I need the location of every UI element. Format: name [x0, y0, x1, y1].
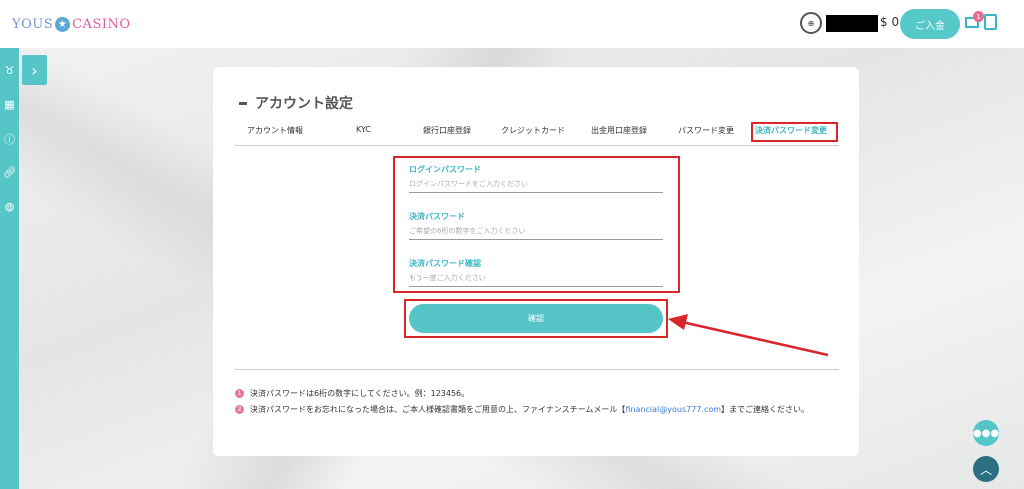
logout-icon[interactable]	[984, 14, 997, 30]
note-number-badge: 2	[235, 405, 244, 414]
medal-icon[interactable]: ♉	[3, 64, 16, 77]
payment-password-field: 決済パスワード	[409, 211, 663, 240]
chevron-up-icon: ︿	[979, 462, 992, 477]
arrow-head	[668, 314, 688, 330]
tab-bank-account[interactable]: 銀行口座登録	[423, 125, 471, 136]
top-header: YOUS ★ CASINO ⊕ $ 0 ご入金 1	[0, 0, 1024, 48]
logo-text-left: YOUS	[12, 16, 54, 32]
mail-count-badge: 1	[973, 11, 984, 22]
site-logo[interactable]: YOUS ★ CASINO	[12, 14, 131, 34]
login-password-label: ログインパスワード	[409, 165, 481, 174]
chat-bubble-icon: ●●●	[972, 427, 1000, 439]
globe-icon[interactable]: ◍	[3, 200, 16, 213]
arrow-line	[681, 320, 829, 357]
section-divider	[235, 369, 839, 370]
page-title-text: アカウント設定	[255, 96, 353, 112]
link-icon[interactable]: 🔗︎	[3, 166, 17, 179]
tab-credit-card[interactable]: クレジットカード	[501, 125, 565, 136]
note-text-before: 決済パスワードをお忘れになった場合は、ご本人様確認書類をご用意の上、ファイナンス…	[250, 405, 626, 414]
annotation-arrow	[668, 314, 829, 357]
payment-password-confirm-field: 決済パスワード確認	[409, 258, 663, 287]
tab-password-change[interactable]: パスワード変更	[678, 125, 734, 136]
settings-tabs: アカウント情報 KYC 銀行口座登録 クレジットカード 出金用口座登録 パスワー…	[235, 121, 839, 146]
info-icon[interactable]: ⓘ	[3, 132, 16, 146]
redacted-username	[826, 15, 878, 32]
account-settings-card: アカウント設定 アカウント情報 KYC 銀行口座登録 クレジットカード 出金用口…	[213, 67, 859, 456]
sidebar-expand-button[interactable]: ›	[22, 55, 47, 85]
left-sidebar: ♉ ▦ ⓘ 🔗︎ ◍	[0, 48, 19, 489]
page-title: アカウント設定	[239, 93, 353, 113]
payment-password-label: 決済パスワード	[409, 212, 465, 221]
balance-text: $ 0	[880, 15, 900, 29]
payment-password-confirm-label: 決済パスワード確認	[409, 259, 481, 268]
finance-email-link[interactable]: financial@yous777.com	[625, 405, 721, 414]
chat-button[interactable]: ●●●	[973, 420, 999, 446]
payment-password-confirm-input[interactable]	[409, 269, 663, 287]
tab-withdrawal-account[interactable]: 出金用口座登録	[591, 125, 647, 136]
login-password-field: ログインパスワード	[409, 164, 663, 193]
coin-icon: ⊕	[800, 12, 822, 34]
grid-icon[interactable]: ▦	[3, 98, 16, 111]
note-item: 2 決済パスワードをお忘れになった場合は、ご本人様確認書類をご用意の上、ファイナ…	[235, 404, 835, 416]
note-number-badge: 1	[235, 389, 244, 398]
confirm-button[interactable]: 確認	[409, 304, 663, 333]
tab-kyc[interactable]: KYC	[356, 125, 371, 134]
note-text-after: 】までご連絡ください。	[721, 405, 810, 414]
login-password-input[interactable]	[409, 175, 663, 193]
tab-account-info[interactable]: アカウント情報	[247, 125, 303, 136]
note-text: 決済パスワードは6桁の数字にしてください。例：123456。	[250, 389, 470, 398]
note-text: 決済パスワードをお忘れになった場合は、ご本人様確認書類をご用意の上、ファイナンス…	[250, 404, 809, 416]
highlight-box-tab	[751, 122, 838, 142]
scroll-top-button[interactable]: ︿	[973, 456, 999, 482]
payment-password-input[interactable]	[409, 222, 663, 240]
chevron-right-icon: ›	[31, 60, 38, 80]
note-item: 1 決済パスワードは6桁の数字にしてください。例：123456。	[235, 388, 835, 400]
logo-star-icon: ★	[55, 16, 71, 32]
deposit-button[interactable]: ご入金	[900, 9, 960, 39]
logo-text-right: CASINO	[72, 16, 131, 32]
title-bar-icon	[239, 101, 247, 105]
